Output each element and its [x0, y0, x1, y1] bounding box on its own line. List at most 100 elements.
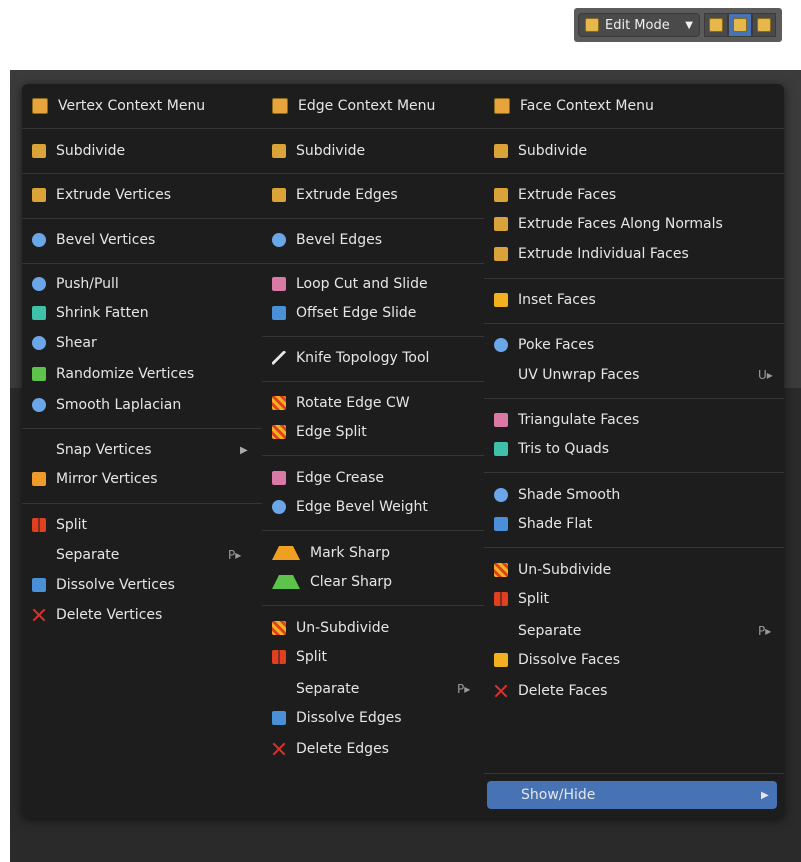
- shade-smooth-item[interactable]: Shade Smooth: [494, 481, 620, 509]
- separator: [262, 173, 484, 174]
- vertex-select-button[interactable]: [704, 13, 728, 37]
- uv-shortcut: U▸: [758, 368, 773, 382]
- face-column-title: Face Context Menu: [494, 94, 654, 118]
- submenu-arrow-icon: ▶: [240, 444, 248, 456]
- separate-shortcut: P▸: [228, 548, 242, 562]
- extrude-edges-item[interactable]: Extrude Edges: [272, 181, 398, 209]
- shade-flat-item[interactable]: Shade Flat: [494, 510, 592, 538]
- edge-split-icon: [272, 425, 286, 439]
- face-split-item[interactable]: Split: [494, 585, 549, 613]
- edge-subdivide-item[interactable]: Subdivide: [272, 137, 365, 165]
- separator: [262, 455, 484, 456]
- vertex-column-title: Vertex Context Menu: [32, 94, 205, 118]
- edge-cube-icon: [272, 98, 288, 114]
- dissolve-edges-item[interactable]: Dissolve Edges: [272, 704, 402, 732]
- dissolve-vertices-item[interactable]: Dissolve Vertices: [32, 571, 175, 599]
- shrink-fatten-item[interactable]: Shrink Fatten: [32, 299, 149, 327]
- face-unsubdivide-item[interactable]: Un-Subdivide: [494, 556, 611, 584]
- vertex-select-icon: [709, 18, 723, 32]
- extrude-icon: [32, 188, 46, 202]
- smooth-laplacian-item[interactable]: Smooth Laplacian: [32, 391, 181, 419]
- dissolve-faces-item[interactable]: Dissolve Faces: [494, 646, 620, 674]
- select-mode-group: [704, 13, 776, 37]
- chevron-down-icon: ▼: [685, 19, 693, 31]
- extrude-faces-item[interactable]: Extrude Faces: [494, 181, 616, 209]
- separator: [484, 173, 784, 174]
- loop-cut-icon: [272, 277, 286, 291]
- separator: [22, 173, 262, 174]
- separator: [484, 278, 784, 279]
- extrude-individual-icon: [494, 247, 508, 261]
- edge-crease-item[interactable]: Edge Crease: [272, 464, 384, 492]
- separator: [22, 218, 262, 219]
- face-subdivide-item[interactable]: Subdivide: [494, 137, 587, 165]
- show-hide-item[interactable]: Show/Hide ▶: [487, 781, 777, 809]
- shrink-fatten-icon: [32, 306, 46, 320]
- split-icon: [272, 650, 286, 664]
- inset-faces-item[interactable]: Inset Faces: [494, 286, 596, 314]
- delete-faces-item[interactable]: Delete Faces: [494, 677, 607, 705]
- subdivide-icon: [494, 144, 508, 158]
- delete-edges-item[interactable]: Delete Edges: [272, 735, 389, 763]
- edge-split-item[interactable]: Edge Split: [272, 418, 367, 446]
- header-bar: Edit Mode ▼: [574, 8, 782, 42]
- edge-bevel-weight-item[interactable]: Edge Bevel Weight: [272, 493, 428, 521]
- edge-split-op-item[interactable]: Split: [272, 643, 327, 671]
- mode-label: Edit Mode: [605, 17, 670, 33]
- push-pull-item[interactable]: Push/Pull: [32, 270, 119, 298]
- bevel-vertices-item[interactable]: Bevel Vertices: [32, 226, 155, 254]
- face-separate-item[interactable]: Separate P▸: [494, 617, 776, 645]
- uv-unwrap-item[interactable]: UV Unwrap Faces U▸: [494, 361, 776, 389]
- clear-sharp-item[interactable]: Clear Sharp: [272, 568, 392, 596]
- mirror-icon: [32, 472, 46, 486]
- poke-faces-item[interactable]: Poke Faces: [494, 331, 594, 359]
- bevel-edges-item[interactable]: Bevel Edges: [272, 226, 382, 254]
- push-pull-icon: [32, 277, 46, 291]
- mark-sharp-item[interactable]: Mark Sharp: [272, 539, 390, 567]
- randomize-icon: [32, 367, 46, 381]
- rotate-edge-item[interactable]: Rotate Edge CW: [272, 389, 410, 417]
- vertex-subdivide-item[interactable]: Subdivide: [32, 137, 125, 165]
- vertex-split-item[interactable]: Split: [32, 511, 87, 539]
- triangulate-faces-item[interactable]: Triangulate Faces: [494, 406, 639, 434]
- snap-vertices-item[interactable]: Snap Vertices ▶: [32, 436, 252, 464]
- edge-unsubdivide-item[interactable]: Un-Subdivide: [272, 614, 389, 642]
- extrude-vertices-item[interactable]: Extrude Vertices: [32, 181, 171, 209]
- mirror-vertices-item[interactable]: Mirror Vertices: [32, 465, 158, 493]
- offset-edge-icon: [272, 306, 286, 320]
- offset-edge-slide-item[interactable]: Offset Edge Slide: [272, 299, 416, 327]
- loop-cut-item[interactable]: Loop Cut and Slide: [272, 270, 428, 298]
- triangulate-icon: [494, 413, 508, 427]
- submenu-arrow-icon: ▶: [761, 789, 769, 801]
- unsubdivide-icon: [272, 621, 286, 635]
- shear-item[interactable]: Shear: [32, 329, 97, 357]
- separator: [262, 530, 484, 531]
- smooth-icon: [32, 398, 46, 412]
- tris-to-quads-item[interactable]: Tris to Quads: [494, 435, 609, 463]
- inset-icon: [494, 293, 508, 307]
- extrude-individual-item[interactable]: Extrude Individual Faces: [494, 240, 689, 268]
- face-column: Face Context Menu Subdivide Extrude Face…: [484, 84, 784, 818]
- knife-tool-item[interactable]: Knife Topology Tool: [272, 344, 429, 372]
- rotate-edge-icon: [272, 396, 286, 410]
- edge-separate-item[interactable]: Separate P▸: [272, 675, 477, 703]
- shear-icon: [32, 336, 46, 350]
- dissolve-icon: [272, 711, 286, 725]
- edge-select-button[interactable]: [728, 13, 752, 37]
- extrude-along-normals-item[interactable]: Extrude Faces Along Normals: [494, 210, 723, 238]
- clear-sharp-icon: [272, 575, 300, 589]
- context-menu: Vertex Context Menu Subdivide Extrude Ve…: [22, 84, 784, 818]
- edge-column: Edge Context Menu Subdivide Extrude Edge…: [262, 84, 484, 818]
- delete-icon: [32, 608, 46, 622]
- separator: [22, 503, 262, 504]
- randomize-vertices-item[interactable]: Randomize Vertices: [32, 360, 194, 388]
- delete-icon: [272, 742, 286, 756]
- vertex-separate-item[interactable]: Separate P▸: [32, 541, 252, 569]
- separator: [262, 336, 484, 337]
- extrude-icon: [494, 188, 508, 202]
- vertex-column: Vertex Context Menu Subdivide Extrude Ve…: [22, 84, 262, 818]
- face-select-button[interactable]: [752, 13, 776, 37]
- delete-vertices-item[interactable]: Delete Vertices: [32, 601, 162, 629]
- mode-dropdown[interactable]: Edit Mode ▼: [578, 13, 700, 37]
- subdivide-icon: [272, 144, 286, 158]
